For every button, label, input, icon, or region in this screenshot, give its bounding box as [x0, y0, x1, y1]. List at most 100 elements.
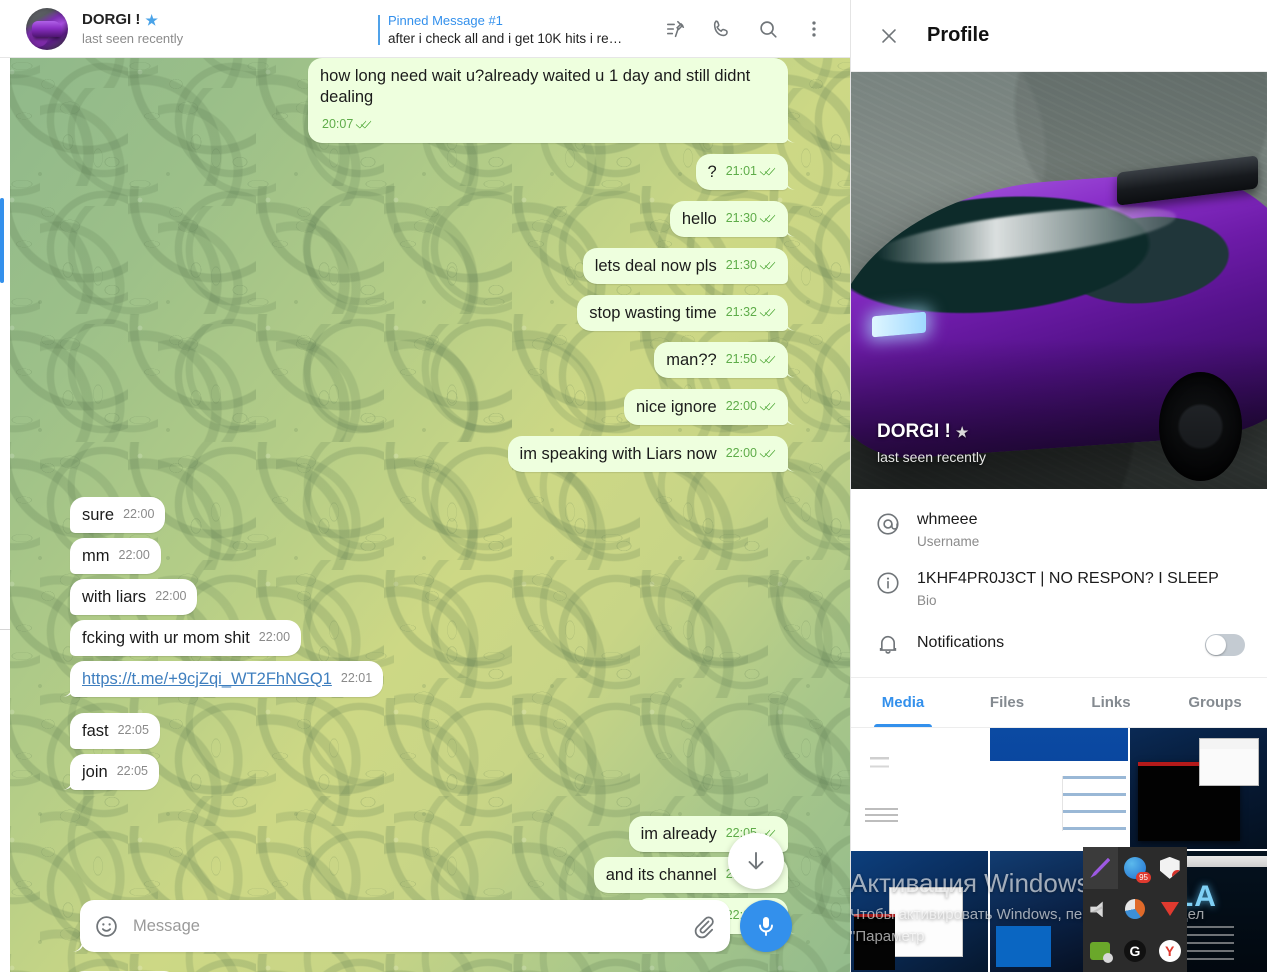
profile-bio-row[interactable]: 1KHF4PR0J3CT | NO RESPON? I SLEEP Bio — [851, 560, 1267, 619]
smile-icon[interactable] — [94, 914, 119, 939]
read-receipt-icon — [760, 401, 777, 412]
paperclip-icon[interactable] — [691, 914, 716, 939]
premium-star-icon: ★ — [145, 11, 158, 28]
message-text: im already — [640, 825, 717, 843]
message-list: how long need wait u?already waited u 1 … — [0, 58, 850, 972]
outgoing-message-bubble[interactable]: how long need wait u?already waited u 1 … — [308, 58, 788, 143]
incoming-message-bubble[interactable]: fast 22:05 — [70, 713, 160, 749]
tab-media[interactable]: Media — [851, 678, 955, 727]
avatar[interactable] — [26, 7, 68, 50]
message-time: 20:07 — [322, 117, 354, 131]
tab-groups[interactable]: Groups — [1163, 678, 1267, 727]
tray-pie-icon[interactable] — [1118, 889, 1153, 931]
chat-scroll-area[interactable]: how long need wait u?already waited u 1 … — [0, 58, 850, 972]
tray-download-icon[interactable] — [1152, 889, 1187, 931]
message-text: ? — [707, 163, 717, 181]
outgoing-message-bubble[interactable]: hello 21:30 — [669, 201, 788, 237]
media-thumb-4[interactable] — [851, 850, 989, 972]
incoming-message-bubble[interactable]: join 22:05 — [70, 754, 159, 790]
read-receipt-icon — [760, 448, 777, 459]
message-row: sure 22:00 — [70, 497, 788, 533]
outgoing-message-bubble[interactable]: nice ignore 22:00 — [623, 389, 788, 425]
notifications-toggle-knob — [1206, 635, 1226, 655]
message-row: how long need wait u?already waited u 1 … — [70, 58, 788, 143]
profile-bio-label: Bio — [917, 593, 937, 608]
tray-mute-icon[interactable] — [1083, 889, 1118, 931]
profile-username-main: whmeee Username — [917, 509, 1245, 552]
profile-media-grid: ATLA — [851, 728, 1267, 972]
message-text: sure — [82, 506, 115, 524]
profile-title: Profile — [927, 24, 990, 46]
composer-box[interactable] — [80, 900, 730, 952]
message-time: 22:00 — [725, 446, 757, 460]
tray-yandex-icon[interactable]: Y — [1152, 930, 1187, 972]
message-time: 22:00 — [118, 548, 150, 562]
message-row: nice ignore 22:00 — [70, 389, 788, 425]
pinned-messages-icon[interactable] — [656, 9, 696, 49]
chat-name-text: DORGI ! — [82, 10, 141, 28]
tab-files[interactable]: Files — [955, 678, 1059, 727]
message-link[interactable]: https://t.me/+9cjZqi_WT2FhNGQ1 — [82, 669, 332, 690]
tray-security-shield-icon[interactable] — [1152, 847, 1187, 889]
media-thumb-1[interactable] — [851, 728, 989, 849]
profile-username-row[interactable]: whmeee Username — [851, 501, 1267, 560]
profile-notifications-row[interactable]: Notifications — [851, 619, 1267, 667]
message-meta: 21:01 — [726, 161, 777, 182]
incoming-message-bubble[interactable]: sure 22:00 — [70, 497, 166, 533]
message-row: stop wasting time 21:32 — [70, 295, 788, 331]
message-meta: 21:30 — [726, 255, 777, 276]
message-time: 22:05 — [117, 723, 149, 737]
media-thumb-3[interactable] — [1129, 728, 1267, 849]
incoming-message-bubble[interactable]: https://t.me/+9cjZqi_WT2FhNGQ1 22:01 — [70, 661, 384, 697]
profile-tabs: Media Files Links Groups — [851, 678, 1267, 728]
message-time: 22:00 — [123, 507, 155, 521]
message-row: hello 21:30 — [70, 201, 788, 237]
profile-name: DORGI ! ★ — [877, 421, 968, 443]
system-tray-overflow[interactable]: 95 G Y — [1083, 847, 1187, 972]
more-options-icon[interactable] — [794, 9, 834, 49]
chat-title-block[interactable]: DORGI ! ★ last seen recently — [82, 11, 183, 47]
outgoing-message-bubble[interactable]: ? 21:01 — [695, 154, 788, 190]
media-thumb-3-image — [1129, 728, 1267, 849]
chat-scrollbar[interactable] — [0, 58, 10, 972]
message-text: mm — [82, 547, 110, 565]
media-thumb-2[interactable] — [990, 728, 1128, 849]
message-time: 21:30 — [725, 258, 757, 272]
profile-cover-photo[interactable]: DORGI ! ★ last seen recently — [851, 72, 1267, 489]
incoming-message-bubble[interactable]: with liars 22:00 — [70, 579, 198, 615]
outgoing-message-bubble[interactable]: man?? 21:50 — [654, 342, 788, 378]
pinned-message-banner[interactable]: Pinned Message #1 after i check all and … — [378, 12, 648, 48]
incoming-message-bubble[interactable]: fcking with ur mom shit 22:00 — [70, 620, 302, 656]
message-row: ? 21:01 — [70, 154, 788, 190]
tab-links[interactable]: Links — [1059, 678, 1163, 727]
outgoing-message-bubble[interactable]: im speaking with Liars now 22:00 — [507, 436, 788, 472]
chat-scrollbar-thumb[interactable] — [0, 198, 4, 283]
message-text: lets deal now pls — [594, 257, 717, 275]
read-receipt-icon — [760, 166, 777, 177]
search-icon[interactable] — [748, 9, 788, 49]
tray-pen-icon[interactable] — [1083, 847, 1118, 889]
message-time: 21:01 — [725, 164, 757, 178]
message-time: 22:00 — [258, 630, 291, 644]
message-row: im speaking with Liars now 22:00 — [70, 436, 788, 472]
message-time: 21:32 — [725, 305, 757, 319]
outgoing-message-bubble[interactable]: lets deal now pls 21:30 — [582, 248, 788, 284]
message-text: im speaking with Liars now — [519, 445, 717, 463]
incoming-message-bubble[interactable]: mm 22:00 — [70, 538, 161, 574]
profile-info-list: whmeee Username 1KHF4PR0J3CT | NO RESPON… — [851, 489, 1267, 678]
close-icon[interactable] — [869, 16, 909, 56]
chat-header: DORGI ! ★ last seen recently Pinned Mess… — [0, 0, 850, 58]
tray-nvidia-icon[interactable] — [1083, 930, 1118, 972]
message-time: 22:05 — [116, 764, 148, 778]
message-composer — [80, 900, 792, 952]
message-meta: 22:05 — [118, 720, 149, 741]
tray-logitech-icon[interactable]: G — [1118, 930, 1153, 972]
message-input[interactable] — [133, 916, 691, 936]
microphone-icon[interactable] — [740, 900, 792, 952]
outgoing-message-bubble[interactable]: stop wasting time 21:32 — [577, 295, 788, 331]
notifications-toggle[interactable] — [1205, 634, 1245, 656]
call-icon[interactable] — [702, 9, 742, 49]
tray-notification-badge-icon[interactable]: 95 — [1118, 847, 1153, 889]
message-meta: 21:30 — [726, 208, 777, 229]
scroll-to-bottom-button[interactable] — [728, 833, 784, 889]
